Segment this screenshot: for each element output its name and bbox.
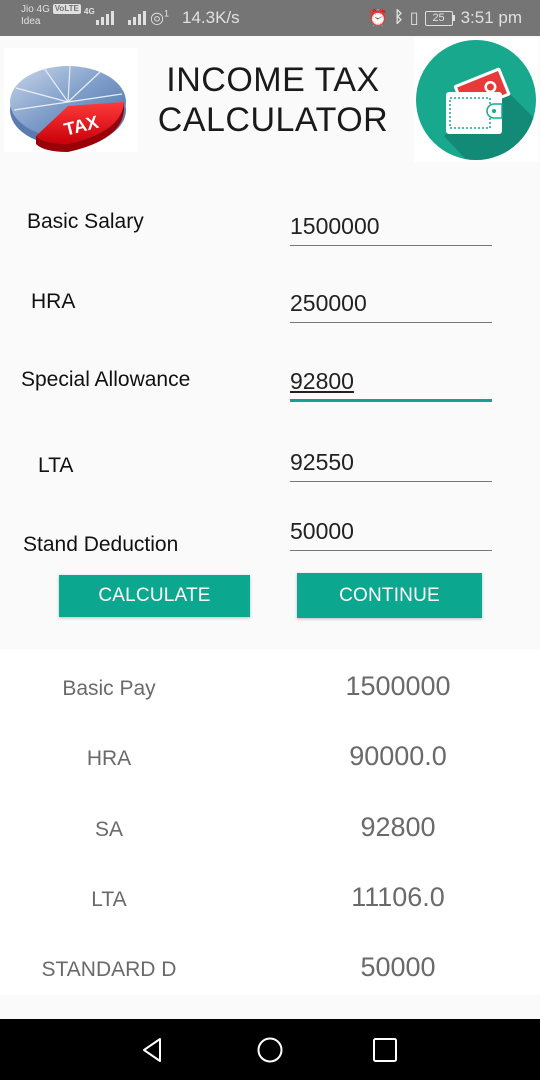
app-title: INCOME TAX CALCULATOR — [148, 60, 398, 140]
result-value-sa: 92800 — [360, 812, 436, 842]
recents-icon — [373, 1038, 397, 1062]
data-speed: 14.3K/s — [182, 8, 240, 27]
lta-input[interactable] — [290, 444, 492, 482]
volte-badge: VoLTE — [52, 4, 81, 14]
basic-salary-label: Basic Salary — [27, 210, 144, 233]
network-type: 4G — [84, 7, 95, 16]
navigation-bar — [0, 1019, 540, 1080]
alarm-icon: ⏰ — [368, 10, 389, 27]
status-bar: Jio 4G VoLTE Idea 4G ◎1 14.3K/s ⏰ ᛒ ▯ 25… — [0, 0, 540, 36]
lta-label: LTA — [38, 454, 74, 477]
bluetooth-icon: ᛒ — [394, 9, 404, 26]
clock: 3:51 pm — [460, 8, 522, 27]
tax-pie-chart-logo: TAX — [4, 48, 138, 152]
back-icon — [143, 1038, 161, 1062]
title-line-1: INCOME TAX — [166, 61, 380, 99]
home-button[interactable] — [254, 1034, 286, 1066]
special-allowance-input[interactable] — [290, 364, 492, 402]
hotspot-count: 1 — [163, 8, 169, 19]
result-label-standard-deduction: STANDARD D — [41, 958, 177, 981]
hotspot-icon: ◎1 — [150, 8, 169, 27]
standard-deduction-input[interactable] — [290, 513, 492, 551]
results-panel: Basic Pay 1500000 HRA 90000.0 SA 92800 L… — [0, 649, 540, 995]
signal-icon-sim2 — [128, 9, 146, 25]
result-label-lta: LTA — [91, 888, 127, 911]
standard-deduction-label: Stand Deduction — [23, 533, 179, 556]
battery-level: 25 — [424, 10, 453, 26]
result-label-sa: SA — [94, 818, 123, 841]
vibrate-icon: ▯ — [409, 10, 419, 27]
continue-button[interactable]: CONTINUE — [297, 573, 482, 618]
hra-label: HRA — [31, 290, 76, 313]
result-value-hra: 90000.0 — [349, 741, 447, 771]
battery-icon: 25 — [424, 10, 455, 26]
signal-icon-sim1 — [96, 9, 114, 25]
carrier-2: Idea — [21, 16, 41, 27]
back-button[interactable] — [138, 1034, 170, 1066]
title-line-2: CALCULATOR — [157, 101, 389, 139]
calculate-button[interactable]: CALCULATE — [59, 575, 250, 617]
wallet-money-icon — [414, 38, 538, 162]
result-value-basic-pay: 1500000 — [345, 671, 451, 701]
result-value-lta: 11106.0 — [351, 882, 445, 912]
recents-button[interactable] — [369, 1034, 401, 1066]
home-icon — [257, 1037, 283, 1063]
carrier-info: Jio 4G VoLTE Idea — [21, 4, 81, 28]
result-label-basic-pay: Basic Pay — [62, 677, 156, 700]
basic-salary-input[interactable] — [290, 208, 492, 246]
special-allowance-label: Special Allowance — [21, 368, 191, 391]
result-label-hra: HRA — [86, 747, 132, 770]
carrier-1: Jio 4G — [21, 4, 50, 15]
hra-input[interactable] — [290, 285, 492, 323]
result-value-standard-deduction: 50000 — [360, 952, 436, 982]
